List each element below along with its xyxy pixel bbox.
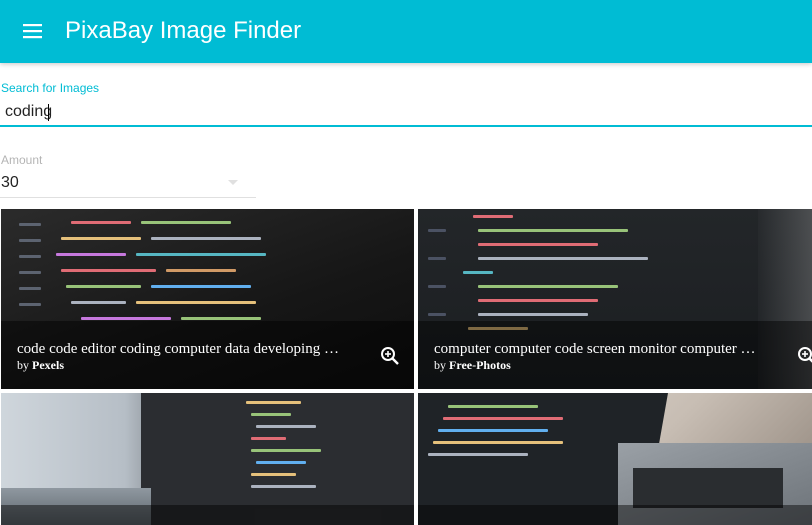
zoom-in-icon <box>381 347 399 365</box>
image-tile[interactable]: computer computer code screen monitor co… <box>418 209 812 389</box>
search-underline <box>0 125 812 127</box>
search-input[interactable] <box>0 100 812 124</box>
menu-icon <box>23 24 42 39</box>
tile-title-bar: computer computer code screen monitor co… <box>418 321 812 389</box>
tile-title-bar <box>418 505 812 525</box>
image-tile[interactable] <box>1 393 414 525</box>
app-title: PixaBay Image Finder <box>65 17 302 44</box>
image-author: by Free-Photos <box>434 358 511 372</box>
zoom-in-icon <box>798 347 812 363</box>
amount-underline <box>0 197 256 198</box>
amount-value: 30 <box>1 174 19 191</box>
image-tags: computer computer code screen monitor co… <box>434 341 756 357</box>
arrow-drop-down-icon <box>228 180 238 185</box>
tile-title-bar <box>1 505 414 525</box>
text-caret <box>48 104 49 121</box>
search-label: Search for Images <box>1 81 100 95</box>
image-tags: code code editor coding computer data de… <box>17 341 339 357</box>
image-author: by Pexels <box>17 358 64 372</box>
zoom-button[interactable] <box>795 344 812 368</box>
image-tile[interactable] <box>418 393 812 525</box>
amount-select[interactable]: 30 <box>0 170 256 198</box>
amount-label: Amount <box>1 153 43 167</box>
app-bar: PixaBay Image Finder <box>0 0 812 63</box>
image-tile[interactable]: code code editor coding computer data de… <box>1 209 414 389</box>
menu-button[interactable] <box>14 14 52 48</box>
tile-title-bar: code code editor coding computer data de… <box>1 321 414 389</box>
zoom-button[interactable] <box>378 344 402 368</box>
